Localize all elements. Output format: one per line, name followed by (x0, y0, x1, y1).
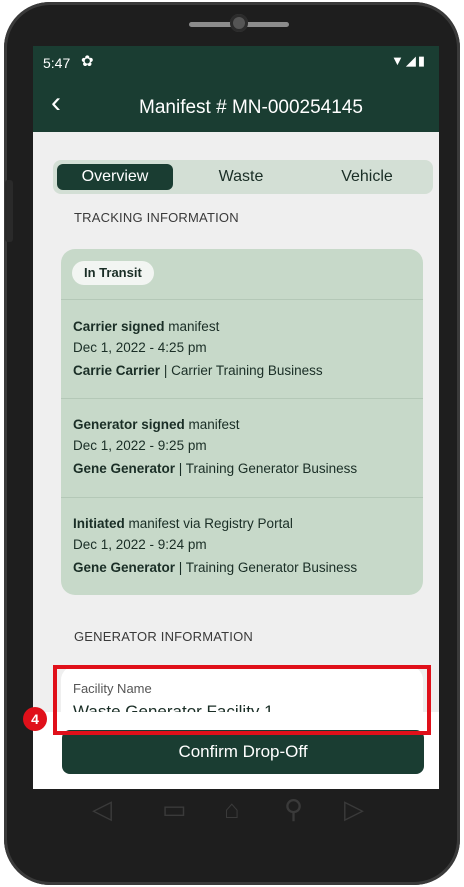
org-name: | Carrier Training Business (160, 363, 323, 378)
tab-bar: Overview Waste Vehicle (53, 160, 433, 194)
nav-search-icon[interactable]: ⚲ (284, 794, 303, 825)
org-name: | Training Generator Business (175, 461, 358, 476)
org-name: | Training Generator Business (175, 560, 358, 575)
nav-back-icon[interactable]: ◁ (92, 794, 112, 825)
divider (61, 497, 423, 498)
nav-home-icon[interactable]: ⌂ (224, 794, 240, 825)
system-nav-bar: ◁ ▭ ⌂ ⚲ ▷ (64, 790, 394, 836)
tab-vehicle[interactable]: Vehicle (311, 164, 423, 190)
front-camera (230, 14, 248, 32)
status-bar: 5:47 ✿ ▼◢▮ (33, 46, 439, 80)
tab-waste[interactable]: Waste (191, 164, 291, 190)
event-date: Dec 1, 2022 - 9:24 pm (73, 537, 207, 552)
app-bar: ‹ Manifest # MN-000254145 (33, 80, 439, 132)
phone-side-button (5, 180, 13, 242)
event-action: Carrier signed (73, 319, 165, 334)
person-name: Carrie Carrier (73, 363, 161, 378)
event-person: Carrie Carrier | Carrier Training Busine… (73, 363, 323, 378)
nav-recents-icon[interactable]: ▭ (162, 794, 187, 825)
divider (61, 398, 423, 399)
settings-notification-icon: ✿ (81, 53, 94, 70)
divider (61, 299, 423, 300)
event-person: Gene Generator | Training Generator Busi… (73, 461, 357, 476)
event-title: Carrier signed manifest (73, 319, 219, 334)
confirm-drop-off-button[interactable]: Confirm Drop-Off (62, 730, 424, 774)
event-date: Dec 1, 2022 - 4:25 pm (73, 340, 207, 355)
event-detail: manifest (164, 319, 220, 334)
event-person: Gene Generator | Training Generator Busi… (73, 560, 357, 575)
event-title: Generator signed manifest (73, 417, 240, 432)
nav-forward-icon[interactable]: ▷ (344, 794, 364, 825)
event-detail: manifest via Registry Portal (124, 516, 293, 531)
annotation-highlight-box (53, 665, 431, 735)
tracking-section-title: TRACKING INFORMATION (74, 210, 239, 225)
generator-section-title: GENERATOR INFORMATION (74, 629, 253, 644)
status-time: 5:47 (43, 55, 71, 71)
event-action: Generator signed (73, 417, 185, 432)
event-action: Initiated (73, 516, 125, 531)
signal-battery-icon: ▼◢▮ (390, 53, 427, 68)
person-name: Gene Generator (73, 560, 176, 575)
tab-overview[interactable]: Overview (57, 164, 173, 190)
page-title: Manifest # MN-000254145 (139, 97, 363, 118)
event-title: Initiated manifest via Registry Portal (73, 516, 293, 531)
status-badge: In Transit (72, 261, 154, 285)
annotation-step-badge: 4 (23, 707, 47, 731)
event-detail: manifest (184, 417, 240, 432)
person-name: Gene Generator (73, 461, 176, 476)
phone-frame: 5:47 ✿ ▼◢▮ ‹ Manifest # MN-000254145 Ove… (4, 2, 460, 885)
event-date: Dec 1, 2022 - 9:25 pm (73, 438, 207, 453)
tracking-card: In Transit Carrier signed manifest Dec 1… (61, 249, 423, 595)
